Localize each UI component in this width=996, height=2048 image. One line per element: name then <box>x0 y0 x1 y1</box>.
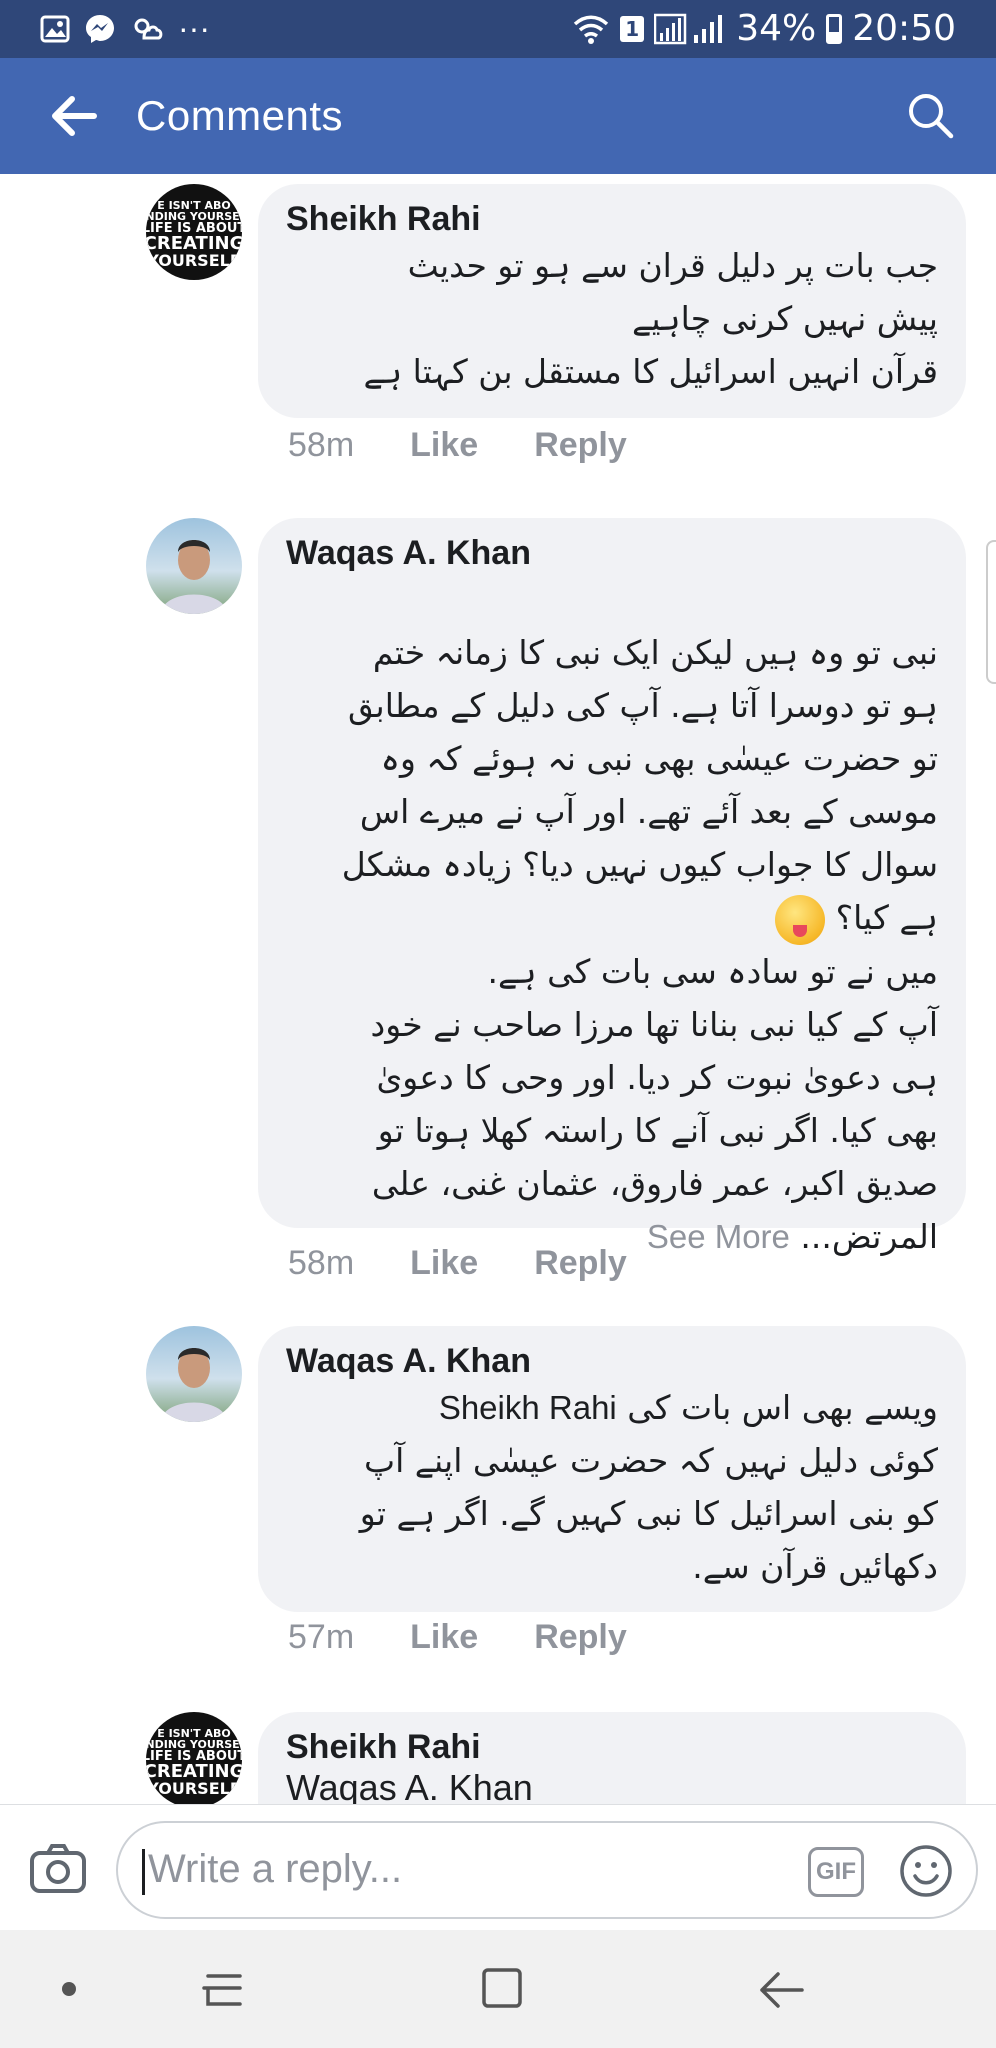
gif-icon[interactable]: GIF <box>808 1847 864 1897</box>
comment-author[interactable]: Sheikh Rahi <box>286 200 938 239</box>
messenger-icon <box>86 14 114 43</box>
app-bar: Comments <box>0 58 996 174</box>
comment-time: 58m <box>288 1244 355 1282</box>
comment-text: جب بات پر دلیل قران سے ہو تو حدیث پیش نہ… <box>363 246 938 391</box>
status-bar-notifications: ··· <box>40 10 210 47</box>
avatar[interactable] <box>146 1326 242 1422</box>
comment-author: Waqas A. Khan <box>286 534 531 572</box>
nav-dot-icon[interactable] <box>62 1982 76 1996</box>
comment-text-block: نبی تو وہ ہیں لیکن ایک نبی کا زمانہ ختم … <box>286 573 938 945</box>
reply-input[interactable]: Write a reply... GIF <box>116 1821 978 1919</box>
comment-bubble[interactable]: Sheikh Rahi جب بات پر دلیل قران سے ہو تو… <box>258 184 966 418</box>
signal-icon <box>654 13 723 44</box>
comment-actions: 57m Like Reply <box>288 1618 627 1657</box>
weather-icon <box>134 18 163 39</box>
comment-first-line: ویسے بھی اس بات کی Sheikh Rahi <box>286 1381 938 1434</box>
sim-badge: 1 <box>620 15 645 42</box>
like-button[interactable]: Like <box>410 1244 478 1283</box>
tongue-wink-emoji-icon <box>775 894 826 945</box>
mention-link[interactable]: Waqas A. Khan <box>286 1767 938 1804</box>
comment-text-start: ویسے بھی اس بات کی <box>627 1388 938 1427</box>
comments-feed[interactable]: E ISN'T ABO FINDING YOURSELF LIFE IS ABO… <box>0 174 996 1804</box>
comment-author[interactable]: Sheikh Rahi <box>286 1728 938 1767</box>
page-title: Comments <box>136 92 344 139</box>
reply-placeholder: Write a reply... <box>148 1847 403 1891</box>
camera-icon[interactable] <box>28 1841 88 1897</box>
avatar-photo <box>160 540 228 614</box>
emoji-icon[interactable] <box>898 1843 954 1899</box>
mention-link[interactable]: Sheikh Rahi <box>439 1389 617 1426</box>
comment-bubble[interactable]: Waqas A. Khan نبی تو وہ ہیں لیکن ایک نبی… <box>258 518 966 1256</box>
comment-actions: 58m Like Reply <box>288 1244 627 1283</box>
comment-time: 58m <box>288 426 355 464</box>
avatar-photo <box>160 1348 228 1422</box>
back-arrow-icon[interactable] <box>44 86 104 146</box>
status-overflow: ··· <box>178 10 210 46</box>
wifi-icon <box>574 15 609 44</box>
home-icon[interactable] <box>480 1966 524 2010</box>
status-bar-system: 1 34% 20:50 <box>572 8 956 49</box>
battery-icon <box>826 13 843 44</box>
comment-text-continued: میں نے تو سادہ سی بات کی ہے. آپ کے کیا ن… <box>370 951 938 1203</box>
comment-actions: 58m Like Reply <box>288 426 627 465</box>
clock: 20:50 <box>852 8 956 49</box>
edge-panel-handle[interactable] <box>986 540 996 684</box>
reply-button[interactable]: Reply <box>534 1244 627 1283</box>
comment-text: کوئی دلیل نہیں کہ حضرت عیسٰی اپنے آپ کو … <box>359 1441 938 1586</box>
reply-composer: Write a reply... GIF <box>0 1804 996 1931</box>
gallery-icon <box>40 15 70 42</box>
reply-button[interactable]: Reply <box>534 1618 627 1657</box>
recent-apps-icon[interactable] <box>200 1966 248 2014</box>
comment-text: نبی تو وہ ہیں لیکن ایک نبی کا زمانہ ختم … <box>341 633 938 937</box>
avatar[interactable]: E ISN'T ABO FINDING YOURSELF LIFE IS ABO… <box>146 1712 242 1804</box>
see-more-link[interactable]: See More <box>647 1218 790 1255</box>
comment-time: 57m <box>288 1618 355 1656</box>
status-bar: ··· 1 34% 20:50 <box>0 0 996 58</box>
search-icon[interactable] <box>902 88 958 144</box>
text-caret <box>142 1849 145 1895</box>
comment-author: Waqas A. Khan <box>286 1342 531 1380</box>
like-button[interactable]: Like <box>410 1618 478 1657</box>
comment-bubble[interactable]: Sheikh Rahi Waqas A. Khan <box>258 1712 966 1804</box>
back-icon[interactable] <box>756 1966 806 2014</box>
reply-button[interactable]: Reply <box>534 426 627 465</box>
system-nav-bar <box>0 1930 996 2048</box>
comment-bubble[interactable]: Waqas A. Khan ویسے بھی اس بات کی Sheikh … <box>258 1326 966 1612</box>
comment-text-tail: المرتض... <box>800 1216 938 1256</box>
avatar[interactable]: E ISN'T ABO FINDING YOURSELF LIFE IS ABO… <box>146 184 242 280</box>
like-button[interactable]: Like <box>410 426 478 465</box>
battery-percentage: 34% <box>736 8 817 49</box>
avatar[interactable] <box>146 518 242 614</box>
